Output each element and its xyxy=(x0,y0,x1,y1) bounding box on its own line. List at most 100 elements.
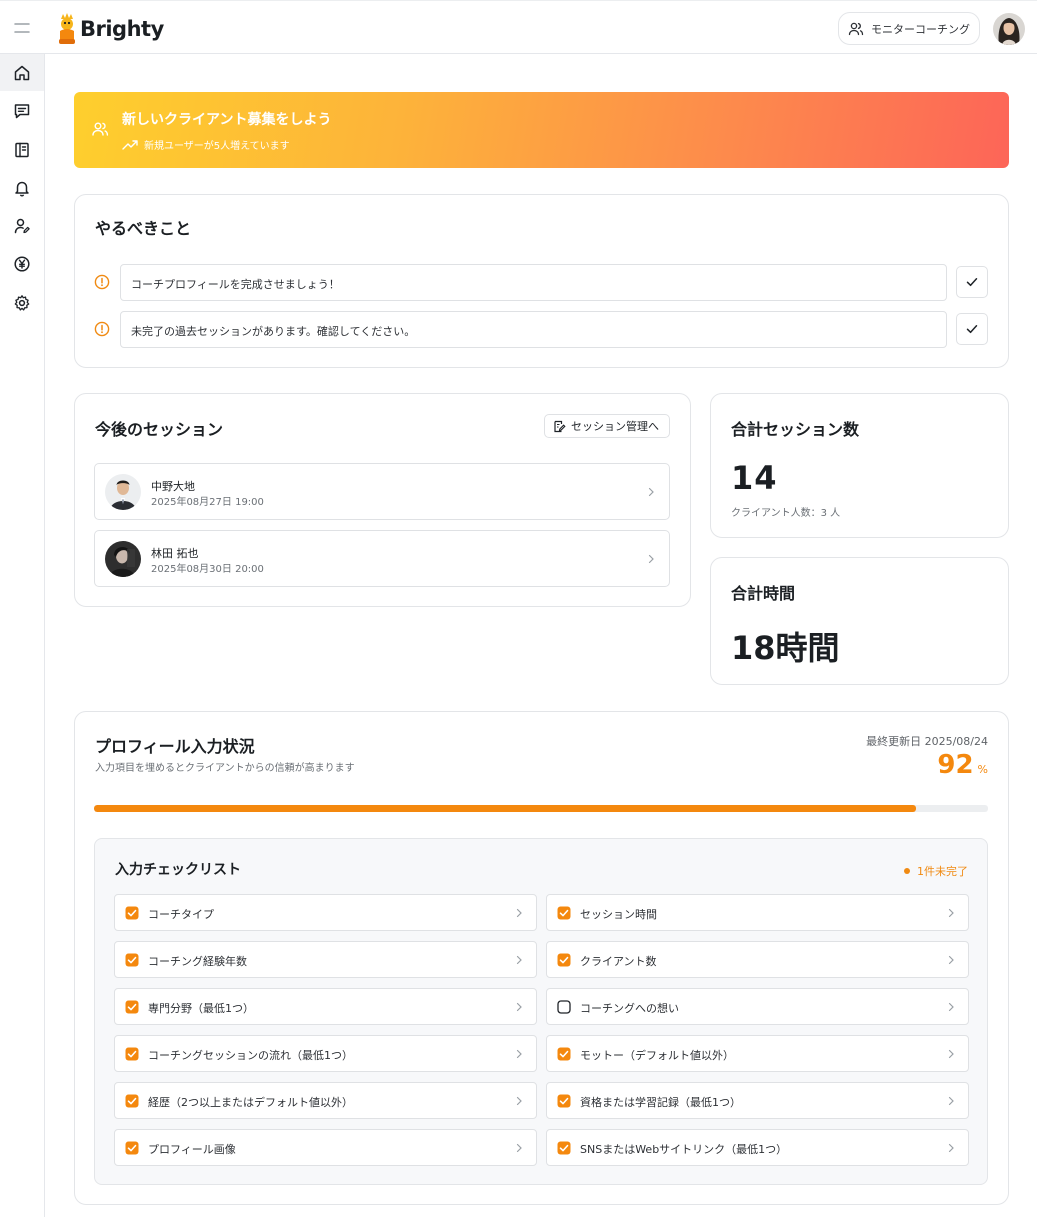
total-hours-title: 合計時間 xyxy=(731,584,796,603)
checked-box-icon xyxy=(125,1047,139,1061)
todo-item: コーチプロフィールを完成させましょう！ xyxy=(75,264,1008,301)
chevron-right-icon xyxy=(948,955,954,965)
warning-circle-icon xyxy=(94,321,110,337)
check-icon xyxy=(966,325,978,334)
checklist-item[interactable]: 資格または学習記録（最低1つ） xyxy=(546,1082,969,1119)
sidebar-item-notebook[interactable] xyxy=(0,131,44,168)
checklist-item-label: SNSまたはWebサイトリンク（最低1つ） xyxy=(580,1143,788,1156)
upcoming-sessions-card: 今後のセッション セッション管理へ 中野大地 2025年08月27日 19:00… xyxy=(74,393,691,607)
incomplete-badge: 1件未完了 xyxy=(904,863,968,879)
bell-icon xyxy=(15,181,29,197)
app-name: Brighty xyxy=(80,17,164,41)
profile-percent-value: 92 xyxy=(937,750,974,780)
checklist-item-label: コーチングセッションの流れ（最低1つ） xyxy=(148,1049,353,1062)
recruit-clients-banner[interactable]: 新しいクライアント募集をしよう 新規ユーザーが5人増えています xyxy=(74,92,1009,168)
yen-icon xyxy=(14,255,30,272)
unchecked-box-icon xyxy=(557,1000,571,1014)
warning-circle-icon xyxy=(94,274,110,290)
user-avatar[interactable] xyxy=(993,13,1025,45)
check-icon xyxy=(966,278,978,287)
chevron-right-icon xyxy=(948,1002,954,1012)
checklist-item[interactable]: 経歴（2つ以上またはデフォルト値以外） xyxy=(114,1082,537,1119)
checklist-item[interactable]: モットー（デフォルト値以外） xyxy=(546,1035,969,1072)
session-datetime: 2025年08月30日 20:00 xyxy=(151,564,264,575)
checklist-item-label: プロフィール画像 xyxy=(148,1143,236,1156)
chat-icon xyxy=(14,103,30,118)
checked-box-icon xyxy=(125,906,139,920)
checklist-item-label: セッション時間 xyxy=(580,908,657,921)
todo-item-text[interactable]: コーチプロフィールを完成させましょう！ xyxy=(120,264,947,301)
checklist-item[interactable]: コーチングセッションの流れ（最低1つ） xyxy=(114,1035,537,1072)
users-icon xyxy=(848,22,864,35)
client-name: 中野大地 xyxy=(151,480,195,493)
sessions-title: 今後のセッション xyxy=(95,420,224,439)
sidebar-item-billing[interactable] xyxy=(0,245,44,282)
chevron-right-icon xyxy=(516,1143,522,1153)
session-manage-button[interactable]: セッション管理へ xyxy=(544,414,670,438)
checklist-item[interactable]: SNSまたはWebサイトリンク（最低1つ） xyxy=(546,1129,969,1166)
profile-progress-fill xyxy=(94,805,917,812)
status-dot xyxy=(904,868,910,874)
sidebar-item-settings[interactable] xyxy=(0,284,44,321)
profile-percent: 92 % xyxy=(937,750,988,780)
checklist-item-label: コーチングへの想い xyxy=(580,1002,679,1015)
book-icon xyxy=(15,142,29,157)
checklist-item-label: 専門分野（最低1つ） xyxy=(148,1002,254,1015)
gear-icon xyxy=(14,294,30,311)
session-item[interactable]: 中野大地 2025年08月27日 19:00 xyxy=(94,463,670,520)
checklist-item[interactable]: コーチタイプ xyxy=(114,894,537,931)
banner-subtitle-text: 新規ユーザーが5人増えています xyxy=(144,141,290,152)
chevron-right-icon xyxy=(948,908,954,918)
sidebar xyxy=(0,54,45,1217)
session-item[interactable]: 林田 拓也 2025年08月30日 20:00 xyxy=(94,530,670,587)
todo-complete-button[interactable] xyxy=(956,313,988,345)
sidebar-item-notifications[interactable] xyxy=(0,169,44,206)
checklist-item[interactable]: プロフィール画像 xyxy=(114,1129,537,1166)
checklist-item[interactable]: クライアント数 xyxy=(546,941,969,978)
checked-box-icon xyxy=(557,1141,571,1155)
client-avatar xyxy=(105,541,141,577)
brighty-mascot-icon xyxy=(59,13,75,44)
monitor-coaching-button[interactable]: モニターコーチング xyxy=(838,12,980,45)
sidebar-item-home[interactable] xyxy=(0,54,44,91)
checklist-item-label: モットー（デフォルト値以外） xyxy=(580,1049,734,1062)
chevron-right-icon xyxy=(516,955,522,965)
total-sessions-value: 14 xyxy=(731,459,778,497)
checklist-item[interactable]: コーチング経験年数 xyxy=(114,941,537,978)
total-sessions-title: 合計セッション数 xyxy=(731,420,860,439)
checked-box-icon xyxy=(557,906,571,920)
sidebar-item-profile-edit[interactable] xyxy=(0,207,44,244)
todo-item: 未完了の過去セッションがあります。確認してください。 xyxy=(75,311,1008,348)
profile-status-subtitle: 入力項目を埋めるとクライアントからの信頼が高まります xyxy=(95,763,355,774)
profile-status-title: プロフィール入力状況 xyxy=(95,737,255,756)
total-sessions-card: 合計セッション数 14 クライアント人数：3 人 xyxy=(710,393,1009,538)
brighty-logo[interactable]: Brighty xyxy=(55,13,164,45)
chevron-right-icon xyxy=(516,1049,522,1059)
profile-status-card: プロフィール入力状況 入力項目を埋めるとクライアントからの信頼が高まります 最終… xyxy=(74,711,1009,1205)
todo-card: やるべきこと コーチプロフィールを完成させましょう！ 未完了の過去セッションがあ… xyxy=(74,194,1009,368)
menu-icon[interactable] xyxy=(10,16,34,40)
sidebar-item-messages[interactable] xyxy=(0,92,44,129)
checklist-item[interactable]: 専門分野（最低1つ） xyxy=(114,988,537,1025)
chevron-right-icon xyxy=(948,1143,954,1153)
chevron-right-icon xyxy=(948,1049,954,1059)
checked-box-icon xyxy=(125,1000,139,1014)
profile-percent-unit: % xyxy=(977,763,988,776)
chevron-right-icon xyxy=(648,487,654,497)
todo-item-text[interactable]: 未完了の過去セッションがあります。確認してください。 xyxy=(120,311,947,348)
total-hours-card: 合計時間 18時間 xyxy=(710,557,1009,685)
home-icon xyxy=(14,65,30,80)
checklist-item[interactable]: コーチングへの想い xyxy=(546,988,969,1025)
users-icon xyxy=(92,122,109,136)
session-manage-label: セッション管理へ xyxy=(571,420,659,433)
checked-box-icon xyxy=(557,1047,571,1061)
checked-box-icon xyxy=(557,1094,571,1108)
todo-complete-button[interactable] xyxy=(956,266,988,298)
chevron-right-icon xyxy=(516,908,522,918)
checklist-item[interactable]: セッション時間 xyxy=(546,894,969,931)
todo-title: やるべきこと xyxy=(95,219,192,238)
client-avatar xyxy=(105,474,141,510)
input-checklist: 入力チェックリスト 1件未完了 コーチタイプ コーチング経験年数 専門分野（最低1つ… xyxy=(94,838,988,1185)
profile-progress-bar xyxy=(94,805,988,812)
checklist-item-label: コーチタイプ xyxy=(148,908,214,921)
